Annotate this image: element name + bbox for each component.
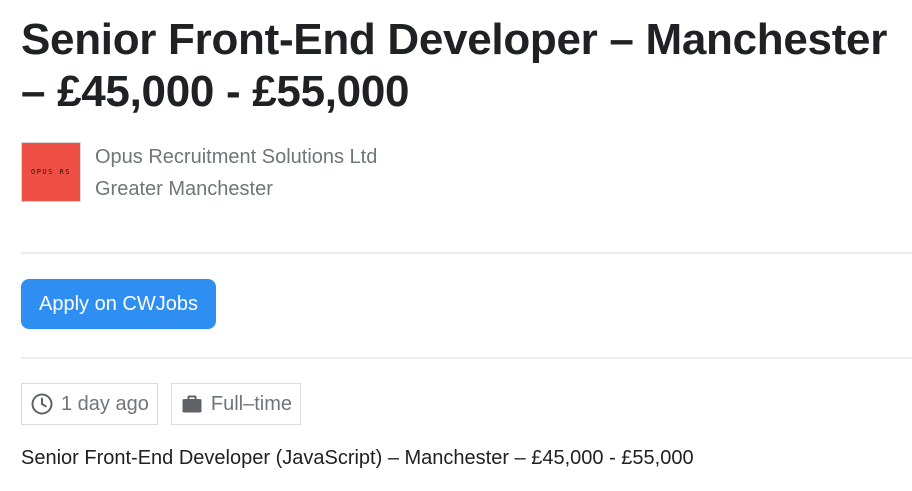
apply-button[interactable]: Apply on CWJobs xyxy=(21,279,216,329)
clock-icon xyxy=(30,392,54,416)
employment-type-chip: Full–time xyxy=(170,383,301,425)
posted-label: 1 day ago xyxy=(61,392,149,415)
job-location: Greater Manchester xyxy=(95,178,273,200)
posted-chip: 1 day ago xyxy=(21,383,158,425)
divider xyxy=(21,357,912,359)
company-name: Opus Recruitment Solutions Ltd xyxy=(95,146,378,168)
job-title: Senior Front-End Developer – Manchester … xyxy=(21,15,888,116)
company-logo: OPUS RS xyxy=(21,142,81,202)
divider xyxy=(21,252,912,254)
briefcase-icon xyxy=(180,392,204,416)
company-block: OPUS RS Opus Recruitment Solutions Ltd G… xyxy=(21,142,377,205)
employment-type-label: Full–time xyxy=(210,392,292,415)
job-description: Senior Front-End Developer (JavaScript) … xyxy=(21,447,694,469)
company-info: Opus Recruitment Solutions Ltd Greater M… xyxy=(95,141,377,205)
company-logo-text: OPUS RS xyxy=(30,168,71,176)
job-meta-chips: 1 day ago Full–time xyxy=(21,383,301,425)
